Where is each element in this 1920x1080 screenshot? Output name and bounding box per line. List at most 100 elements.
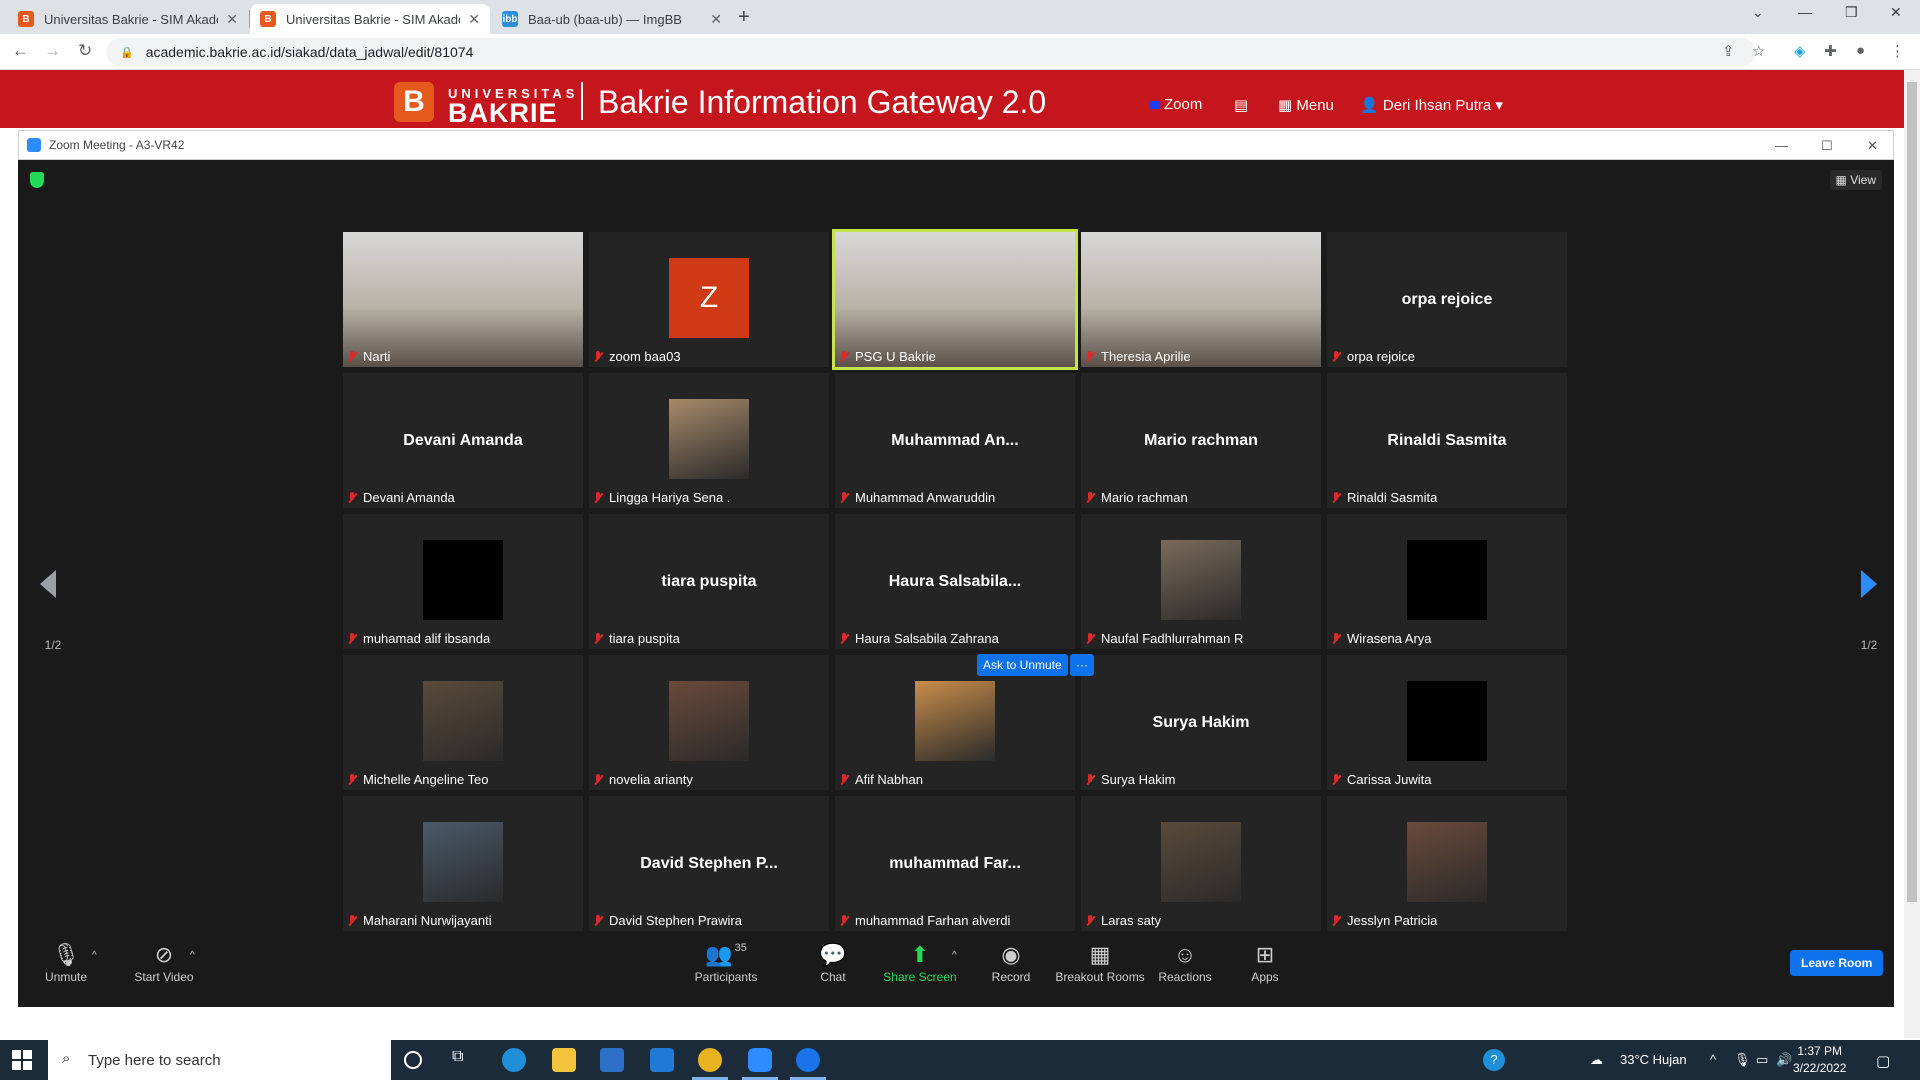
file-explorer-icon[interactable]	[552, 1048, 576, 1072]
close-tab-icon[interactable]: ✕	[226, 11, 238, 28]
participant-tile[interactable]: Zzoom baa03	[589, 232, 829, 367]
microsoft-store-icon[interactable]	[600, 1048, 624, 1072]
leave-room-button[interactable]: Leave Room	[1790, 950, 1884, 976]
document-icon[interactable]: ▤	[1234, 96, 1248, 114]
address-bar[interactable]: 🔒 academic.bakrie.ac.id/siakad/data_jadw…	[106, 38, 1756, 66]
menu-dots-icon[interactable]: ⋮	[1890, 42, 1905, 60]
zoom-close-icon[interactable]: ✕	[1867, 138, 1878, 154]
user-menu[interactable]: 👤 Deri Ihsan Putra ▾	[1360, 96, 1503, 114]
participant-tile[interactable]: Naufal Fadhlurrahman R	[1081, 514, 1321, 649]
participant-tile[interactable]: tiara puspita tiara puspita	[589, 514, 829, 649]
participant-tile[interactable]: David Stephen P... David Stephen Prawira	[589, 796, 829, 931]
browser-tab-1[interactable]: B Universitas Bakrie - SIM Akadem ✕	[8, 4, 248, 34]
task-view-icon[interactable]: ⧉	[452, 1048, 476, 1072]
profile-icon[interactable]: ●	[1856, 42, 1865, 59]
notifications-icon[interactable]: ▢	[1876, 1052, 1890, 1070]
tab-title: Baa-ub (baa-ub) — ImgBB	[528, 11, 682, 27]
participant-tile[interactable]: Wirasena Arya	[1327, 514, 1567, 649]
reactions-smiley-icon: ☺	[1173, 942, 1197, 967]
volume-icon[interactable]: 🔊	[1776, 1052, 1792, 1068]
mail-icon[interactable]	[650, 1048, 674, 1072]
participant-video	[343, 232, 583, 367]
participant-tile[interactable]: Maharani Nurwijayanti	[343, 796, 583, 931]
encryption-shield-icon[interactable]	[30, 172, 44, 188]
participant-tile[interactable]: Jesslyn Patricia	[1327, 796, 1567, 931]
ask-to-unmute-button[interactable]: Ask to Unmute	[977, 654, 1068, 676]
weather-text[interactable]: 33°C Hujan	[1620, 1052, 1687, 1067]
zoom-minimize-icon[interactable]: —	[1775, 138, 1788, 153]
record-button[interactable]: ◉ Record	[986, 942, 1036, 984]
page-indicator-right: 1/2	[1860, 638, 1878, 652]
bakrie-logo-icon[interactable]: B	[394, 82, 434, 122]
minimize-icon[interactable]: —	[1798, 4, 1812, 20]
share-options-caret-icon[interactable]: ^	[952, 950, 957, 961]
browser-tab-2[interactable]: B Universitas Bakrie - SIM Akadem ✕	[250, 4, 490, 34]
weather-cloud-icon[interactable]: ☁	[1590, 1052, 1603, 1068]
participant-tile[interactable]: Lingga Hariya Sena .	[589, 373, 829, 508]
zoom-maximize-icon[interactable]: ☐	[1821, 138, 1833, 154]
next-page-icon[interactable]	[1861, 570, 1877, 598]
microphone-icon[interactable]: 🎙	[1734, 1052, 1751, 1068]
help-icon[interactable]: ?	[1483, 1049, 1505, 1071]
back-icon[interactable]: ←	[12, 41, 29, 61]
video-options-caret-icon[interactable]: ^	[190, 950, 195, 961]
close-window-icon[interactable]: ✕	[1890, 4, 1902, 21]
reactions-button[interactable]: ☺ Reactions	[1150, 942, 1220, 984]
previous-page-icon[interactable]	[40, 570, 56, 598]
participant-tile[interactable]: orpa rejoice orpa rejoice	[1327, 232, 1567, 367]
extensions-puzzle-icon[interactable]: ✚	[1824, 42, 1837, 60]
tab-search-icon[interactable]: ⌄	[1752, 4, 1764, 21]
taskbar-search-input[interactable]: ⌕ Type here to search	[48, 1040, 391, 1080]
share-screen-button[interactable]: ⬆ Share Screen	[880, 942, 960, 984]
edge-browser-icon[interactable]	[502, 1048, 526, 1072]
teamviewer-icon[interactable]	[790, 1048, 826, 1080]
zoom-window-title: Zoom Meeting - A3-VR42	[49, 138, 185, 152]
participant-tile[interactable]: Narti	[343, 232, 583, 367]
apps-button[interactable]: ⊞ Apps	[1240, 942, 1290, 984]
participant-name: Wirasena Arya	[1347, 631, 1432, 646]
participant-tile[interactable]: novelia arianty	[589, 655, 829, 790]
close-tab-icon[interactable]: ✕	[710, 11, 722, 28]
page-scrollbar[interactable]	[1904, 70, 1920, 1038]
chat-button[interactable]: 💬 Chat	[808, 942, 858, 984]
participant-tile[interactable]: Devani Amanda Devani Amanda	[343, 373, 583, 508]
breakout-rooms-button[interactable]: ▦ Breakout Rooms	[1054, 942, 1146, 984]
zoom-taskbar-icon[interactable]	[742, 1048, 778, 1080]
new-tab-icon[interactable]: +	[738, 6, 750, 29]
taskbar-clock[interactable]: 1:37 PM 3/22/2022	[1793, 1043, 1846, 1077]
view-button[interactable]: ▦ View	[1829, 170, 1882, 190]
participant-tile[interactable]: Muhammad An... Muhammad Anwaruddin	[835, 373, 1075, 508]
extension-icon[interactable]: ◈	[1794, 42, 1806, 60]
participant-tile[interactable]: muhamad alif ibsanda	[343, 514, 583, 649]
participant-tile[interactable]: Haura Salsabila... Haura Salsabila Zahran…	[835, 514, 1075, 649]
forward-icon[interactable]: →	[44, 41, 61, 61]
nav-menu-link[interactable]: ▦ Menu	[1278, 96, 1334, 114]
participant-tile[interactable]: Theresia Aprilie	[1081, 232, 1321, 367]
participant-tile[interactable]: Surya Hakim Surya Hakim	[1081, 655, 1321, 790]
share-icon[interactable]: ⇪	[1722, 42, 1735, 60]
windows-start-icon[interactable]	[12, 1050, 32, 1070]
participant-tile[interactable]: Laras saty	[1081, 796, 1321, 931]
scrollbar-thumb[interactable]	[1907, 82, 1917, 902]
participant-tile[interactable]: Michelle Angeline Teo	[343, 655, 583, 790]
participant-tile[interactable]: Carissa Juwita	[1327, 655, 1567, 790]
audio-options-caret-icon[interactable]: ^	[92, 950, 97, 961]
participant-tile[interactable]: Mario rachman Mario rachman	[1081, 373, 1321, 508]
participant-tile[interactable]: muhammad Far... muhammad Farhan alverdi	[835, 796, 1075, 931]
unmute-button[interactable]: 🎙 Unmute	[36, 942, 96, 984]
chrome-icon[interactable]	[692, 1048, 728, 1080]
participant-tile[interactable]: PSG U Bakrie	[832, 229, 1078, 370]
cortana-icon[interactable]	[404, 1051, 422, 1069]
more-options-button[interactable]: ···	[1070, 654, 1094, 676]
nav-zoom-link[interactable]: Zoom	[1150, 96, 1202, 113]
network-icon[interactable]: ▭	[1756, 1052, 1768, 1068]
participants-button[interactable]: 👥 35 Participants	[686, 942, 766, 984]
close-tab-icon[interactable]: ✕	[468, 11, 480, 28]
restore-icon[interactable]: ❐	[1845, 4, 1858, 21]
reload-icon[interactable]: ↻	[78, 41, 92, 61]
show-hidden-icons-icon[interactable]: ^	[1710, 1052, 1716, 1067]
participant-tile[interactable]: Rinaldi Sasmita Rinaldi Sasmita	[1327, 373, 1567, 508]
bookmark-star-icon[interactable]: ☆	[1752, 42, 1765, 60]
browser-tab-3[interactable]: ibb Baa-ub (baa-ub) — ImgBB ✕	[492, 4, 732, 34]
start-video-button[interactable]: ⊘ Start Video	[124, 942, 204, 984]
